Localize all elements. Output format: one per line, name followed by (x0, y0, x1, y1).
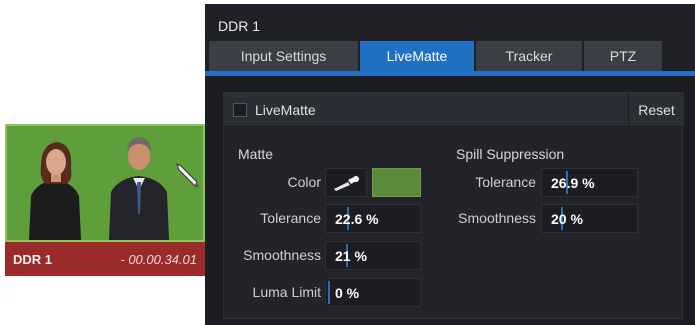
tab-underline (205, 71, 695, 76)
spill-smoothness-label: Smoothness (458, 210, 536, 226)
matte-smoothness-label: Smoothness (243, 247, 321, 263)
screen: DDR 1 - 00.00.34.01 DDR 1 Input Settings… (0, 0, 695, 325)
matte-luma-limit-field[interactable]: 0 % (325, 278, 421, 307)
tab-livematte[interactable]: LiveMatte (360, 41, 474, 71)
spill-tolerance-field[interactable]: 26.9 % (541, 168, 638, 197)
livematte-group: LiveMatte Reset Matte Color Tolerance 22… (223, 92, 684, 319)
tab-tracker[interactable]: Tracker (476, 41, 582, 71)
spill-section-title: Spill Suppression (456, 146, 565, 162)
livematte-enable-checkbox[interactable] (233, 103, 247, 117)
panel-title: DDR 1 (205, 4, 695, 39)
spill-smoothness-field[interactable]: 20 % (541, 204, 638, 233)
livematte-enable-label: LiveMatte (255, 102, 316, 118)
livematte-header: LiveMatte Reset (224, 93, 684, 127)
eyedropper-icon (334, 176, 359, 191)
ddr-settings-panel: DDR 1 Input Settings LiveMatte Tracker P… (205, 4, 695, 325)
monitor-timecode: - 00.00.34.01 (120, 251, 197, 267)
monitor-status-bar: DDR 1 - 00.00.34.01 (5, 242, 205, 276)
spill-tolerance-label: Tolerance (475, 174, 536, 190)
matte-luma-limit-label: Luma Limit (252, 284, 321, 300)
matte-smoothness-value: 21 % (335, 248, 367, 264)
matte-section-title: Matte (238, 146, 274, 162)
luma-slider-tick (328, 281, 330, 304)
tab-input-settings[interactable]: Input Settings (209, 41, 358, 71)
matte-smoothness-field[interactable]: 21 % (325, 241, 421, 270)
matte-luma-limit-value: 0 % (335, 285, 360, 301)
matte-tolerance-field[interactable]: 22.6 % (325, 204, 421, 233)
matte-tolerance-value: 22.6 % (335, 211, 379, 227)
pen-cursor-icon (176, 163, 199, 188)
spill-smoothness-value: 20 % (551, 211, 583, 227)
tab-bar: Input Settings LiveMatte Tracker PTZ (205, 40, 695, 76)
matte-tolerance-label: Tolerance (260, 210, 321, 226)
monitor-name: DDR 1 (13, 251, 53, 267)
spill-tolerance-value: 26.9 % (551, 175, 595, 191)
matte-color-swatch[interactable] (372, 168, 421, 197)
eyedropper-button[interactable] (325, 168, 367, 197)
matte-color-label: Color (287, 174, 321, 190)
reset-button[interactable]: Reset (628, 93, 684, 127)
ddr-preview-monitor: DDR 1 - 00.00.34.01 (5, 124, 205, 276)
tab-ptz[interactable]: PTZ (584, 41, 662, 71)
